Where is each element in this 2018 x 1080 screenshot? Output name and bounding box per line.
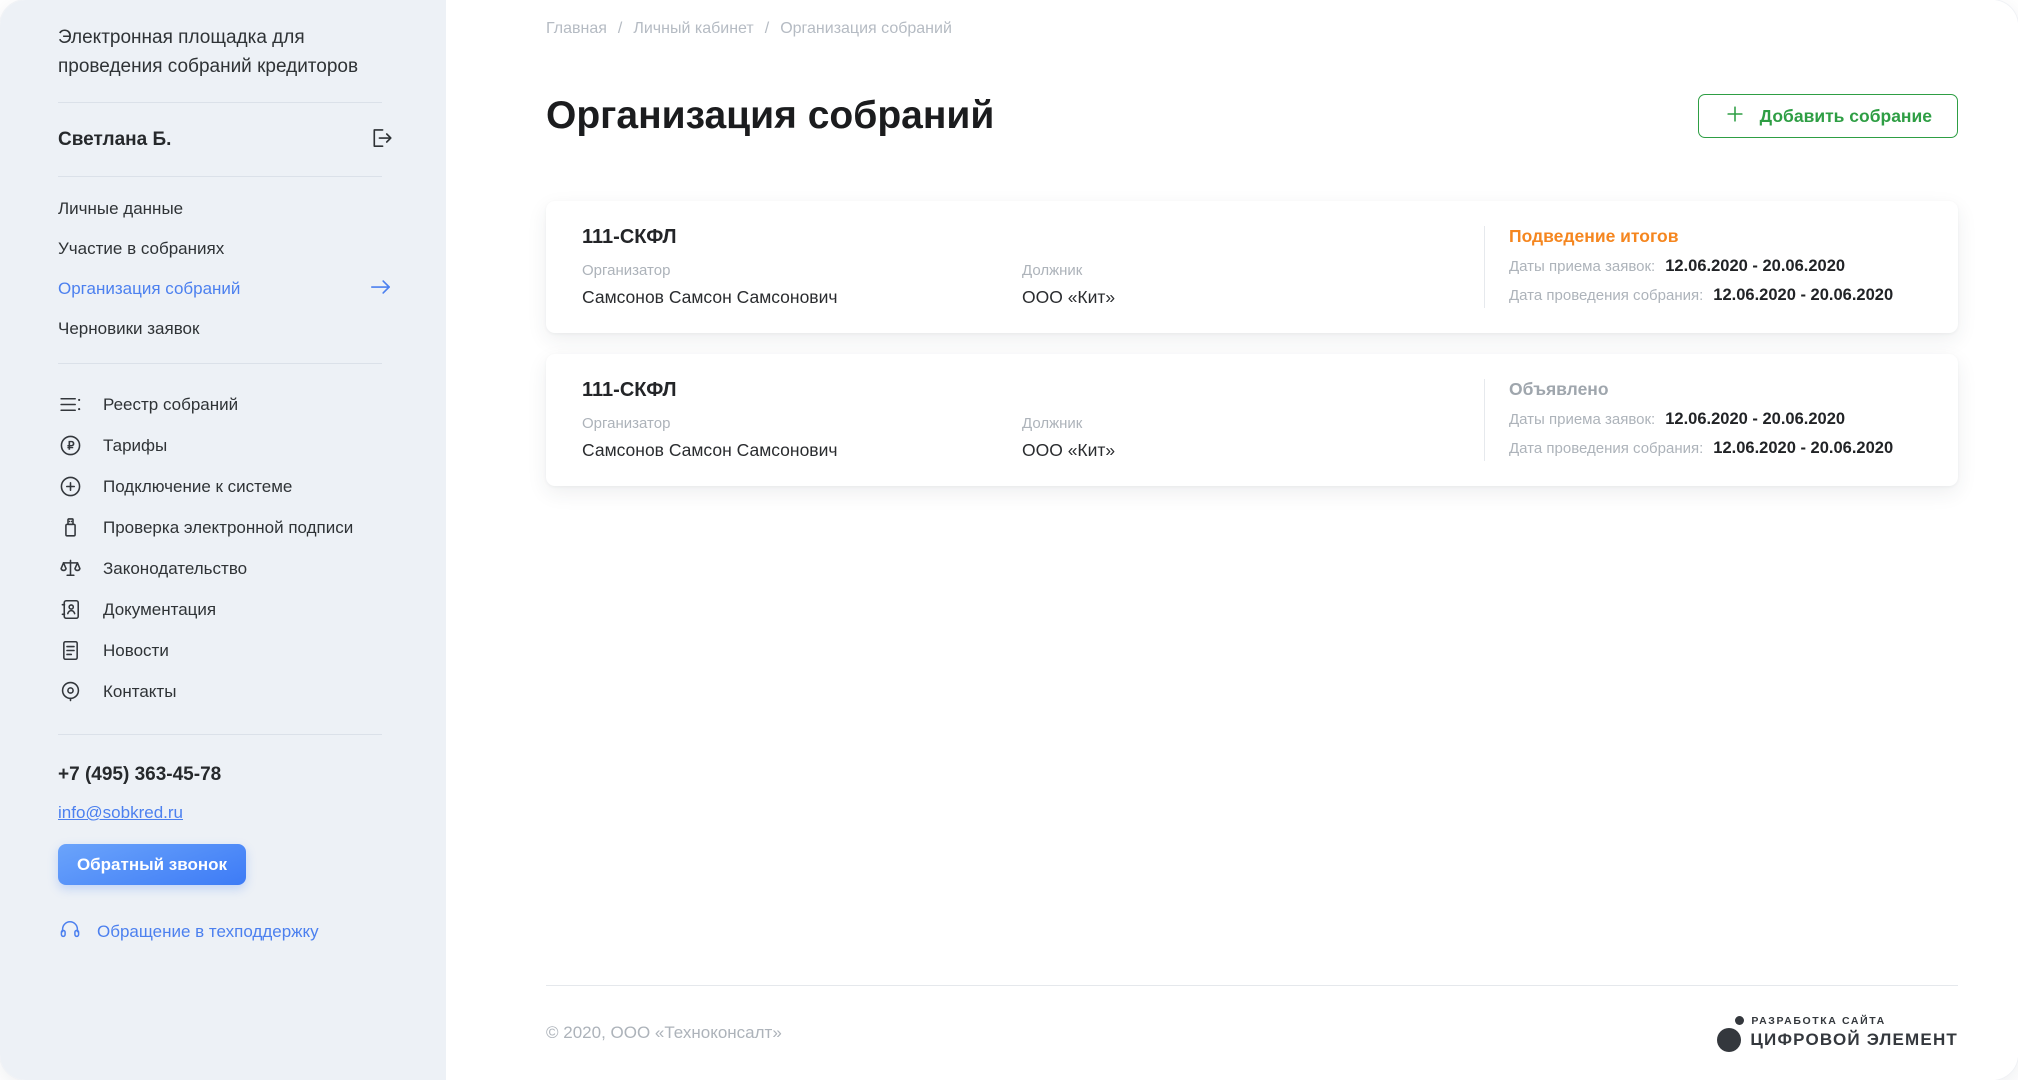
meeting-card-status-panel: Подведение итогов Даты приема заявок: 12… bbox=[1484, 226, 1958, 308]
support-link[interactable]: Обращение в техподдержку bbox=[58, 917, 446, 946]
organizer-value: Самсонов Самсон Самсонович bbox=[582, 440, 1022, 461]
logout-icon bbox=[368, 125, 394, 154]
sidebar-item-draft-applications[interactable]: Черновики заявок bbox=[0, 309, 446, 349]
meeting-dates-label: Дата проведения собрания: bbox=[1509, 287, 1703, 304]
arrow-right-icon bbox=[368, 274, 394, 305]
sidebar-item-label: Документация bbox=[103, 600, 216, 620]
usb-signature-icon bbox=[57, 515, 83, 541]
account-menu: Личные данные Участие в собраниях Органи… bbox=[0, 177, 446, 363]
location-pin-icon bbox=[57, 679, 83, 705]
developer-logo-name: ЦИФРОВОЙ ЭЛЕМЕНТ bbox=[1750, 1030, 1958, 1050]
meeting-dates-label: Дата проведения собрания: bbox=[1509, 440, 1703, 457]
organizer-value: Самсонов Самсон Самсонович bbox=[582, 287, 1022, 308]
app-window: Электронная площадка для проведения собр… bbox=[0, 0, 2018, 1080]
organizer-label: Организатор bbox=[582, 262, 1022, 279]
sidebar-item-label: Проверка электронной подписи bbox=[103, 518, 353, 538]
callback-button[interactable]: Обратный звонок bbox=[58, 844, 246, 885]
plus-circle-icon bbox=[57, 474, 83, 500]
sidebar-item-system-connection[interactable]: Подключение к системе bbox=[0, 466, 446, 507]
sidebar-item-meeting-organization[interactable]: Организация собраний bbox=[0, 269, 446, 309]
meeting-card[interactable]: 111-СКФЛ Организатор Самсонов Самсон Сам… bbox=[546, 201, 1958, 333]
sidebar-item-news[interactable]: Новости bbox=[0, 630, 446, 671]
copyright-text: © 2020, ООО «Техноконсалт» bbox=[546, 1023, 782, 1043]
svg-text:₽: ₽ bbox=[67, 441, 74, 453]
phone-number: +7 (495) 363-45-78 bbox=[0, 764, 446, 786]
sidebar-item-participation[interactable]: Участие в собраниях bbox=[0, 229, 446, 269]
applications-dates-label: Даты приема заявок: bbox=[1509, 258, 1655, 275]
sidebar-item-personal-data[interactable]: Личные данные bbox=[0, 189, 446, 229]
meeting-card-main: 111-СКФЛ Организатор Самсонов Самсон Сам… bbox=[546, 226, 1484, 308]
meeting-card[interactable]: 111-СКФЛ Организатор Самсонов Самсон Сам… bbox=[546, 354, 1958, 486]
add-meeting-button-label: Добавить собрание bbox=[1760, 106, 1932, 127]
meeting-card-main: 111-СКФЛ Организатор Самсонов Самсон Сам… bbox=[546, 379, 1484, 461]
email-link[interactable]: info@sobkred.ru bbox=[58, 803, 183, 822]
page-header: Организация собраний Добавить собрание bbox=[546, 94, 1958, 138]
developer-logo-caption: РАЗРАБОТКА САЙТА bbox=[1751, 1015, 1885, 1027]
status-badge: Подведение итогов bbox=[1509, 226, 1922, 247]
breadcrumb-account[interactable]: Личный кабинет bbox=[633, 20, 753, 38]
debtor-value: ООО «Кит» bbox=[1022, 287, 1115, 308]
applications-dates-value: 12.06.2020 - 20.06.2020 bbox=[1665, 257, 1845, 276]
support-link-label: Обращение в техподдержку bbox=[97, 922, 319, 942]
logout-button[interactable] bbox=[368, 125, 394, 154]
organizer-label: Организатор bbox=[582, 415, 1022, 432]
debtor-label: Должник bbox=[1022, 415, 1115, 432]
breadcrumb-separator: / bbox=[618, 20, 622, 38]
address-book-icon bbox=[57, 597, 83, 623]
debtor-label: Должник bbox=[1022, 262, 1115, 279]
plus-icon bbox=[1724, 103, 1746, 130]
meeting-title: 111-СКФЛ bbox=[582, 226, 1484, 249]
sidebar-item-signature-check[interactable]: Проверка электронной подписи bbox=[0, 507, 446, 548]
footer: © 2020, ООО «Техноконсалт» РАЗРАБОТКА СА… bbox=[546, 985, 1958, 1080]
meeting-dates-value: 12.06.2020 - 20.06.2020 bbox=[1713, 439, 1893, 458]
sidebar-item-label: Личные данные bbox=[58, 199, 183, 219]
sidebar-item-tariffs[interactable]: ₽ Тарифы bbox=[0, 425, 446, 466]
sidebar-item-legislation[interactable]: Законодательство bbox=[0, 548, 446, 589]
sidebar: Электронная площадка для проведения собр… bbox=[0, 0, 446, 1080]
sidebar-item-label: Контакты bbox=[103, 682, 176, 702]
sidebar-item-label: Участие в собраниях bbox=[58, 239, 224, 259]
meeting-title: 111-СКФЛ bbox=[582, 379, 1484, 402]
sidebar-item-documentation[interactable]: Документация bbox=[0, 589, 446, 630]
document-icon bbox=[57, 638, 83, 664]
applications-dates-value: 12.06.2020 - 20.06.2020 bbox=[1665, 410, 1845, 429]
breadcrumb-current: Организация собраний bbox=[780, 20, 952, 38]
list-icon bbox=[57, 392, 83, 418]
sidebar-item-label: Черновики заявок bbox=[58, 319, 199, 339]
breadcrumb-separator: / bbox=[765, 20, 769, 38]
developer-logo-big-dot-icon bbox=[1717, 1028, 1741, 1052]
applications-dates-label: Даты приема заявок: bbox=[1509, 411, 1655, 428]
meeting-dates-value: 12.06.2020 - 20.06.2020 bbox=[1713, 286, 1893, 305]
debtor-value: ООО «Кит» bbox=[1022, 440, 1115, 461]
sidebar-item-contacts[interactable]: Контакты bbox=[0, 671, 446, 712]
site-menu: Реестр собраний ₽ Тарифы bbox=[0, 364, 446, 734]
sidebar-item-label: Тарифы bbox=[103, 436, 167, 456]
sidebar-item-label: Законодательство bbox=[103, 559, 247, 579]
sidebar-item-label: Новости bbox=[103, 641, 169, 661]
breadcrumb: Главная / Личный кабинет / Организация с… bbox=[546, 20, 952, 38]
main-content: Главная / Личный кабинет / Организация с… bbox=[446, 0, 2018, 1080]
ruble-circle-icon: ₽ bbox=[57, 433, 83, 459]
meeting-list: 111-СКФЛ Организатор Самсонов Самсон Сам… bbox=[546, 201, 1958, 486]
page-title: Организация собраний bbox=[546, 94, 994, 138]
sidebar-item-label: Подключение к системе bbox=[103, 477, 292, 497]
headset-icon bbox=[58, 917, 82, 946]
user-name: Светлана Б. bbox=[58, 129, 171, 151]
status-badge: Объявлено bbox=[1509, 379, 1922, 400]
add-meeting-button[interactable]: Добавить собрание bbox=[1698, 94, 1958, 138]
scales-icon bbox=[57, 556, 83, 582]
sidebar-item-label: Реестр собраний bbox=[103, 395, 238, 415]
user-row: Светлана Б. bbox=[0, 103, 446, 176]
sidebar-item-label: Организация собраний bbox=[58, 279, 240, 299]
breadcrumb-home[interactable]: Главная bbox=[546, 20, 607, 38]
site-logo-title: Электронная площадка для проведения собр… bbox=[0, 0, 446, 81]
meeting-card-status-panel: Объявлено Даты приема заявок: 12.06.2020… bbox=[1484, 379, 1958, 461]
sidebar-item-meeting-registry[interactable]: Реестр собраний bbox=[0, 384, 446, 425]
developer-logo[interactable]: РАЗРАБОТКА САЙТА ЦИФРОВОЙ ЭЛЕМЕНТ bbox=[1717, 1015, 1958, 1052]
sidebar-contacts: +7 (495) 363-45-78 info@sobkred.ru Обрат… bbox=[0, 735, 446, 946]
developer-logo-small-dot-icon bbox=[1735, 1016, 1744, 1025]
